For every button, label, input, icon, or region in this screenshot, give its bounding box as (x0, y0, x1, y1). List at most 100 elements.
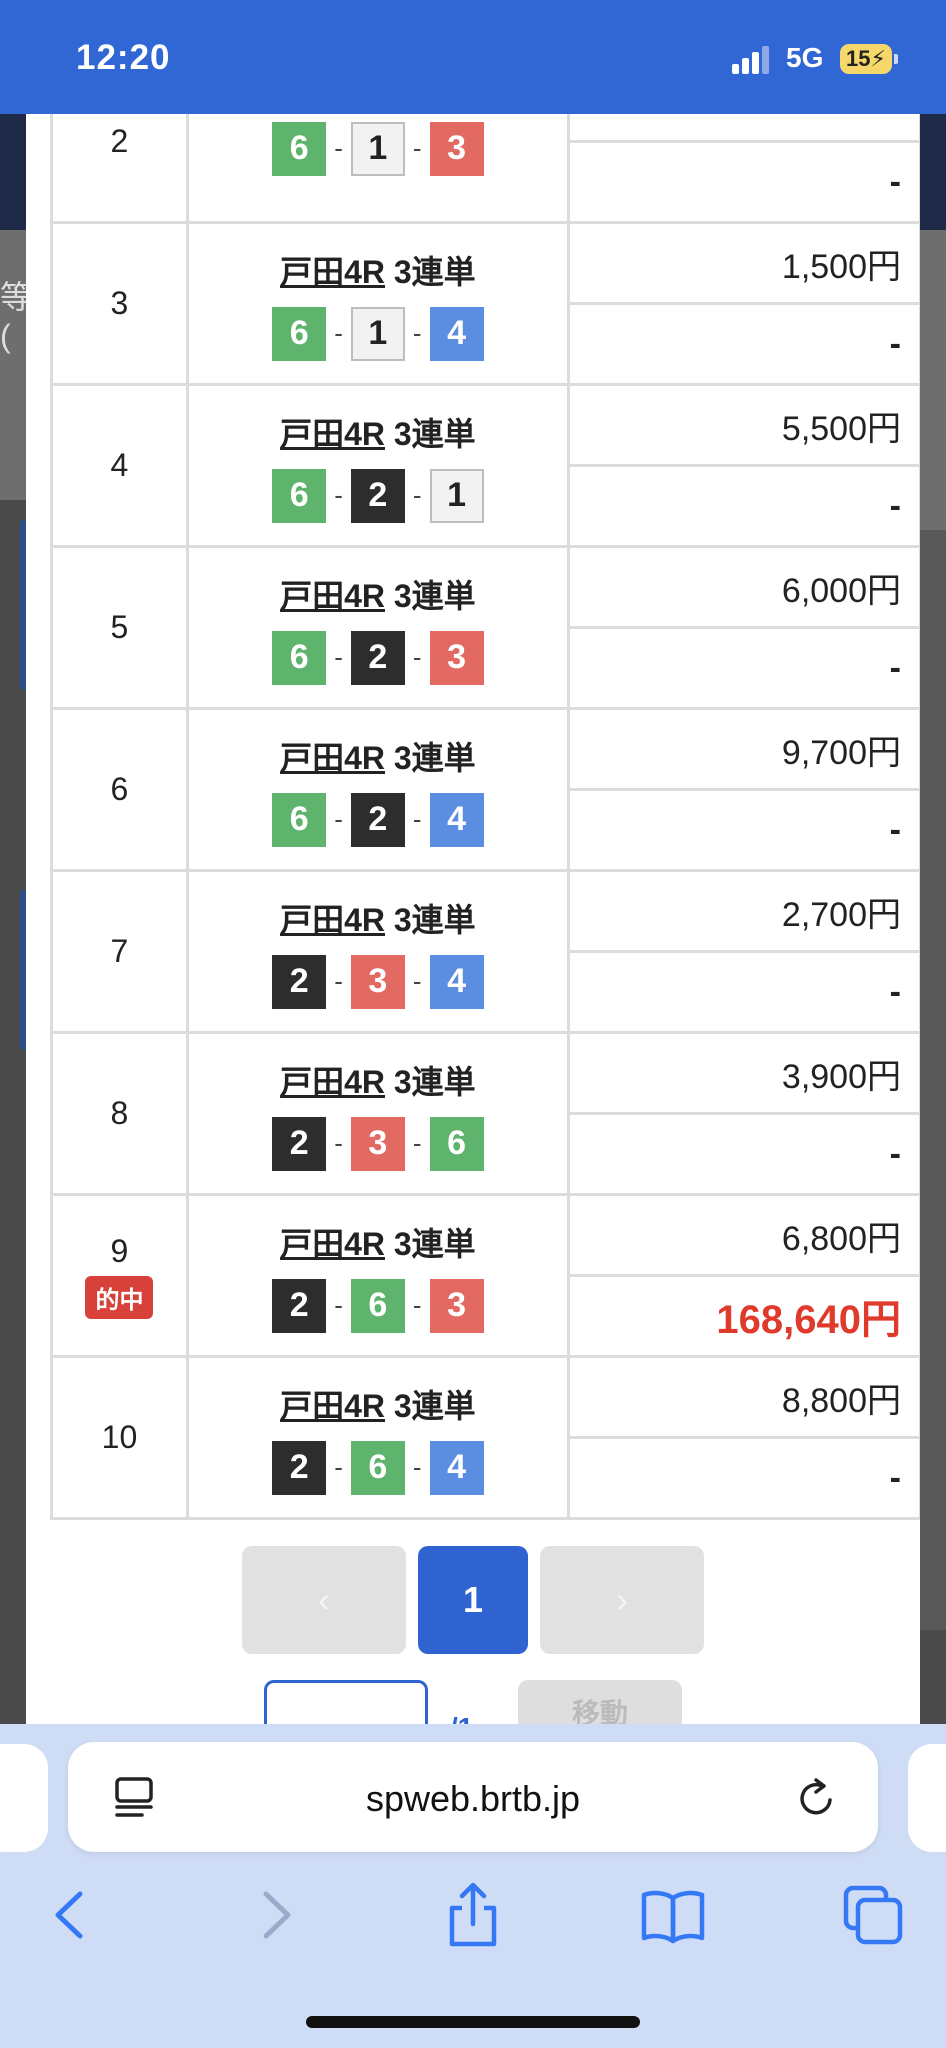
boat-number-box: 6 (350, 1278, 405, 1333)
combo-separator: - (412, 1452, 422, 1482)
bookmarks-book-icon[interactable] (638, 1880, 708, 1950)
boat-number-box: 3 (350, 1116, 405, 1171)
bet-payout: - (566, 950, 920, 1034)
boat-number-box: 1 (350, 306, 405, 361)
boat-number-box: 1 (429, 468, 484, 523)
bet-detail-cell: 戸田4R 3連単 6-2-4 (185, 707, 570, 872)
bet-payout: - (566, 788, 920, 872)
race-venue-link[interactable]: 戸田4R (280, 902, 385, 938)
previous-tab-preview[interactable] (0, 1744, 48, 1852)
boat-number-box: 2 (272, 1278, 327, 1333)
boat-combination: 6-2-1 (272, 468, 484, 523)
combo-separator: - (412, 804, 422, 834)
boat-number-box: 2 (272, 1440, 327, 1495)
bet-amount: 8,800円 (566, 1355, 920, 1439)
cellular-signal-icon (732, 44, 772, 74)
bet-payout: - (566, 626, 920, 710)
page-jump-input[interactable] (264, 1680, 428, 1724)
bet-amount: 6,800円 (566, 1193, 920, 1277)
forward-chevron-icon[interactable] (240, 1880, 310, 1950)
boat-number-box: 6 (272, 468, 327, 523)
share-icon[interactable] (438, 1880, 508, 1950)
bet-number: 4 (110, 447, 129, 483)
race-line: 戸田4R 3連単 (189, 1057, 567, 1103)
next-page-button[interactable]: › (540, 1546, 704, 1654)
prev-page-button[interactable]: ‹ (242, 1546, 406, 1654)
hit-badge: 的中 (85, 1275, 154, 1319)
boat-combination: 2-6-4 (272, 1440, 484, 1495)
combo-separator: - (334, 318, 343, 348)
page-jump-button[interactable]: 移動 (518, 1680, 682, 1724)
next-tab-preview[interactable] (908, 1744, 946, 1852)
current-page-button[interactable]: 1 (418, 1546, 528, 1654)
background-header-right (920, 114, 946, 230)
bet-type: 3連単 (393, 739, 476, 776)
bet-payout: - (566, 1436, 920, 1520)
bet-amount: 5,500円 (566, 383, 920, 467)
race-venue-link[interactable]: 戸田4R (280, 416, 385, 452)
bet-row: 2 6-1-3 (50, 114, 920, 224)
bet-type: 3連単 (393, 577, 476, 614)
home-indicator (306, 2016, 640, 2028)
bet-number-cell: 4 (50, 383, 189, 548)
browser-toolbar: spweb.brtb.jp (0, 1724, 946, 2048)
boat-number-box: 6 (272, 121, 327, 176)
page-total-label: /1 (450, 1712, 473, 1724)
boat-number-box: 6 (429, 1116, 484, 1171)
status-time: 12:20 (76, 38, 171, 77)
boat-number-box: 2 (350, 792, 405, 847)
bet-number: 9 (110, 1232, 129, 1269)
bet-number-cell: 3 (50, 221, 189, 386)
bet-payout: - (566, 140, 920, 224)
combo-separator: - (412, 1290, 422, 1320)
race-venue-link[interactable]: 戸田4R (280, 740, 385, 776)
bet-number: 7 (110, 933, 129, 969)
bet-number-cell: 8 (50, 1031, 189, 1196)
boat-number-box: 4 (429, 792, 484, 847)
bet-number-cell: 7 (50, 869, 189, 1034)
bet-type: 3連単 (393, 1225, 476, 1262)
bet-detail-cell: 戸田4R 3連単 2-3-4 (185, 869, 570, 1034)
boat-number-box: 2 (272, 954, 327, 1009)
bet-payout: - (566, 1112, 920, 1196)
race-venue-link[interactable]: 戸田4R (280, 1064, 385, 1100)
pagination: ‹ 1 › (26, 1546, 920, 1656)
bet-type: 3連単 (393, 415, 476, 452)
tabs-icon[interactable] (838, 1880, 908, 1950)
bet-number: 8 (110, 1095, 129, 1131)
boat-combination: 2-3-4 (272, 954, 484, 1009)
bet-amount: 6,000円 (566, 545, 920, 629)
boat-number-box: 2 (350, 630, 405, 685)
race-line: 戸田4R 3連単 (189, 733, 567, 779)
bet-number-cell: 9 的中 (50, 1193, 189, 1358)
bet-number: 5 (110, 609, 129, 645)
network-type: 5G (786, 42, 824, 73)
bet-history-modal: 2 6-1-3-3 戸田4R 3連単 6-1-4 1,500円 -4 戸田4R 3連単 6-… (26, 114, 920, 1724)
background-text-fragment: 等( (0, 279, 26, 354)
address-bar[interactable]: spweb.brtb.jp (68, 1742, 878, 1852)
bet-row: 10 戸田4R 3連単 2-6-4 8,800円 (50, 1355, 920, 1520)
boat-number-box: 3 (429, 121, 484, 176)
boat-combination: 6-1-3 (272, 121, 484, 176)
bet-row: 5 戸田4R 3連単 6-2-3 6,000円 (50, 545, 920, 710)
boat-combination: 6-2-4 (272, 792, 484, 847)
bet-number-cell: 10 (50, 1355, 189, 1520)
bet-detail-cell: 戸田4R 3連単 6-1-4 (185, 221, 570, 386)
boat-number-box: 3 (350, 954, 405, 1009)
bet-amount: 9,700円 (566, 707, 920, 791)
url-text: spweb.brtb.jp (365, 1778, 581, 1819)
race-line: 戸田4R 3連単 (189, 1219, 567, 1265)
race-venue-link[interactable]: 戸田4R (280, 254, 385, 290)
race-venue-link[interactable]: 戸田4R (280, 1388, 385, 1424)
combo-separator: - (334, 642, 343, 672)
reload-icon[interactable] (794, 1776, 838, 1820)
bet-row: 8 戸田4R 3連単 2-3-6 3,900円 (50, 1031, 920, 1196)
back-chevron-icon[interactable] (36, 1880, 106, 1950)
boat-number-box: 4 (429, 306, 484, 361)
bet-detail-cell: 戸田4R 3連単 2-6-4 (185, 1355, 570, 1520)
race-venue-link[interactable]: 戸田4R (280, 578, 385, 614)
race-venue-link[interactable]: 戸田4R (280, 1226, 385, 1262)
bet-row: 4 戸田4R 3連単 6-2-1 5,500円 (50, 383, 920, 548)
bet-number-cell: 2 (50, 114, 189, 224)
combo-separator: - (334, 1128, 343, 1158)
